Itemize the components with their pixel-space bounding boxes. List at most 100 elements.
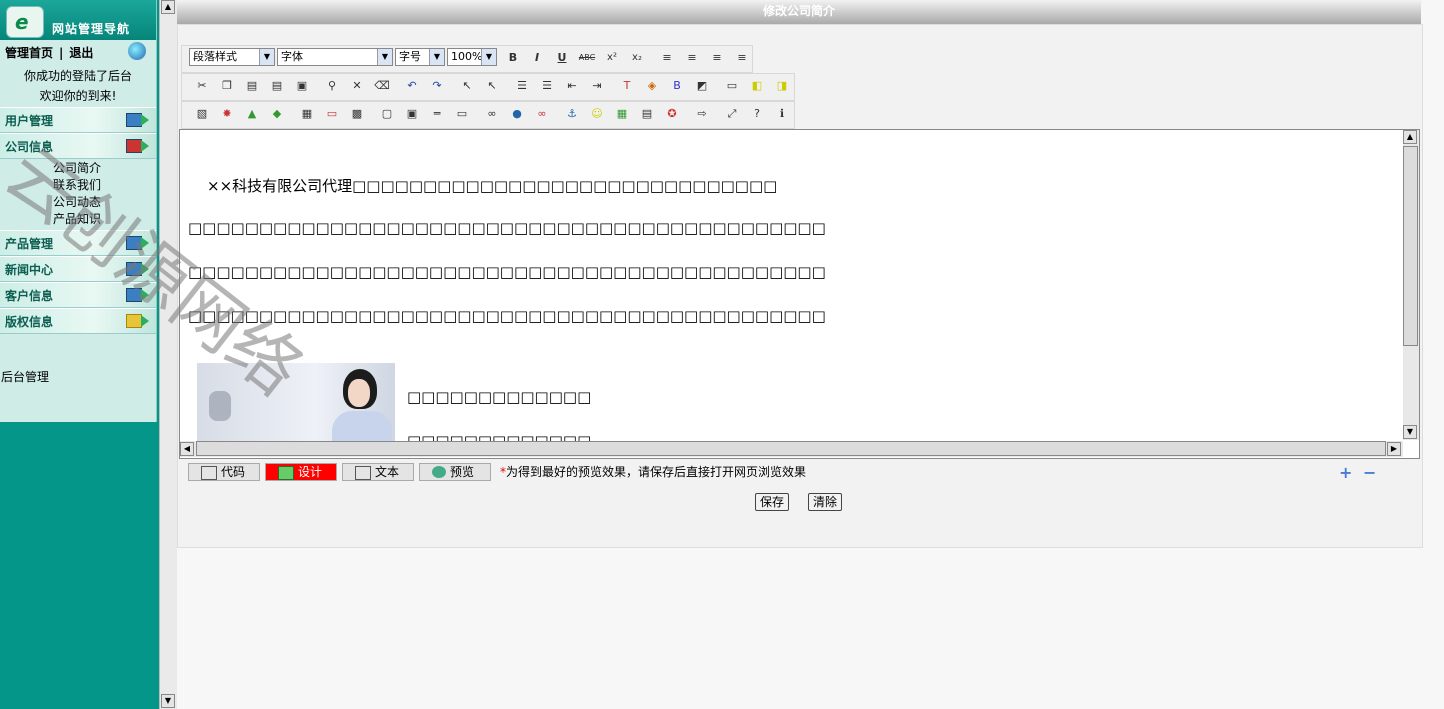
highlight-icon[interactable]: ◈ xyxy=(642,76,662,96)
scroll-thumb[interactable] xyxy=(1403,146,1418,346)
paste-text-icon[interactable]: ▤ xyxy=(267,76,287,96)
scroll-thumb[interactable] xyxy=(196,441,1386,456)
scroll-right-icon[interactable]: ▶ xyxy=(1387,442,1401,456)
logout-link[interactable]: 退出 xyxy=(69,46,93,60)
footer-note: 后台管理 xyxy=(1,370,50,384)
expand-editor-icon[interactable]: + xyxy=(1339,463,1352,482)
hr-icon[interactable]: ═ xyxy=(427,104,447,124)
ordered-list-icon[interactable]: ☰ xyxy=(512,76,532,96)
scroll-down-icon[interactable]: ▼ xyxy=(161,694,175,708)
table-icon[interactable]: ▦ xyxy=(297,104,317,124)
welcome-text-2: 欢迎你的到来! xyxy=(39,89,117,103)
mode-text-button[interactable]: 文本 xyxy=(342,463,414,481)
mode-preview-button[interactable]: 预览 xyxy=(419,463,491,481)
unordered-list-icon[interactable]: ☰ xyxy=(537,76,557,96)
superscript-button[interactable]: x² xyxy=(602,48,622,68)
menu-customer-info[interactable]: 客户信息 xyxy=(0,282,156,308)
copy-icon[interactable]: ❐ xyxy=(217,76,237,96)
align-center-icon[interactable]: ≡ xyxy=(682,48,702,68)
web-icon[interactable]: ● xyxy=(507,104,527,124)
bold-button[interactable]: B xyxy=(503,48,523,68)
select-all-icon[interactable]: ↖ xyxy=(457,76,477,96)
emoticon-icon[interactable]: ☺ xyxy=(587,104,607,124)
delete-icon[interactable]: ✕ xyxy=(347,76,367,96)
underline-button[interactable]: U xyxy=(552,48,572,68)
date-icon[interactable]: ▤ xyxy=(637,104,657,124)
text-icon xyxy=(355,466,371,480)
scroll-up-icon[interactable]: ▲ xyxy=(161,0,175,14)
anchor-icon[interactable]: ⚓ xyxy=(562,104,582,124)
canvas-vertical-scrollbar[interactable]: ▲ ▼ xyxy=(1403,130,1419,440)
import-icon[interactable]: ⇨ xyxy=(692,104,712,124)
scroll-up-icon[interactable]: ▲ xyxy=(1403,130,1417,144)
logo-icon: e xyxy=(6,6,44,38)
fullscreen-icon[interactable]: ⤢ xyxy=(722,104,742,124)
sub-contact-us[interactable]: 联系我们 xyxy=(53,176,101,193)
marquee-icon[interactable]: ▭ xyxy=(452,104,472,124)
cell-icon[interactable]: ▭ xyxy=(322,104,342,124)
paste-word-icon[interactable]: ▣ xyxy=(292,76,312,96)
text-color-icon[interactable]: T xyxy=(617,76,637,96)
paste-icon[interactable]: ▤ xyxy=(242,76,262,96)
image-icon[interactable]: ▧ xyxy=(192,104,212,124)
editor-canvas[interactable]: ××科技有限公司代理□□□□□□□□□□□□□□□□□□□□□□□□□□□□□□… xyxy=(179,129,1420,459)
special-char-icon[interactable]: ✪ xyxy=(662,104,682,124)
file-icon[interactable]: ◆ xyxy=(267,104,287,124)
sub-product-knowledge[interactable]: 产品知识 xyxy=(53,210,101,227)
align-left-icon[interactable]: ≡ xyxy=(657,48,677,68)
frame-scrollbar[interactable]: ▲ ▼ xyxy=(159,0,177,709)
menu-company-info[interactable]: 公司信息 xyxy=(0,133,156,159)
align-justify-icon[interactable]: ≡ xyxy=(732,48,752,68)
grid-table-icon[interactable]: ▩ xyxy=(347,104,367,124)
italic-button[interactable]: I xyxy=(527,48,547,68)
paragraph-style-select[interactable]: 段落样式 ▼ xyxy=(189,48,275,66)
subscript-button[interactable]: x₂ xyxy=(627,48,647,68)
scroll-left-icon[interactable]: ◀ xyxy=(180,442,194,456)
flash-icon[interactable]: ✸ xyxy=(217,104,237,124)
sub-company-news[interactable]: 公司动态 xyxy=(53,193,101,210)
clear-button[interactable]: 清除 xyxy=(808,493,843,511)
menu-product-management[interactable]: 产品管理 xyxy=(0,230,156,256)
iframe-icon[interactable]: ▣ xyxy=(402,104,422,124)
font-select[interactable]: 字体 ▼ xyxy=(277,48,393,66)
send-backward-icon[interactable]: ◨ xyxy=(772,76,792,96)
border-color-icon[interactable]: ◩ xyxy=(692,76,712,96)
redo-icon[interactable]: ↷ xyxy=(427,76,447,96)
menu-user-management[interactable]: 用户管理 xyxy=(0,107,156,133)
undo-icon[interactable]: ↶ xyxy=(402,76,422,96)
mode-design-button[interactable]: 设计 xyxy=(265,463,337,481)
outdent-icon[interactable]: ⇤ xyxy=(562,76,582,96)
media-icon[interactable]: ▲ xyxy=(242,104,262,124)
strikethrough-button[interactable]: ABC xyxy=(577,48,597,68)
zoom-select[interactable]: 100% ▼ xyxy=(447,48,497,66)
background-color-icon[interactable]: B xyxy=(667,76,687,96)
eraser-icon[interactable]: ⌫ xyxy=(372,76,392,96)
arrow-right-icon xyxy=(141,237,149,249)
absolute-position-icon[interactable]: ▭ xyxy=(722,76,742,96)
excel-icon[interactable]: ▦ xyxy=(612,104,632,124)
info-icon[interactable]: ℹ xyxy=(772,104,792,124)
align-right-icon[interactable]: ≡ xyxy=(707,48,727,68)
indent-icon[interactable]: ⇥ xyxy=(587,76,607,96)
deselect-icon[interactable]: ↖ xyxy=(482,76,502,96)
admin-home-link[interactable]: 管理首页 xyxy=(5,46,53,60)
font-size-select[interactable]: 字号 ▼ xyxy=(395,48,445,66)
menu-copyright-info[interactable]: 版权信息 xyxy=(0,308,156,334)
sub-company-intro[interactable]: 公司简介 xyxy=(53,159,101,176)
mode-code-button[interactable]: 代码 xyxy=(188,463,260,481)
canvas-horizontal-scrollbar[interactable]: ◀ ▶ xyxy=(180,441,1403,457)
bring-forward-icon[interactable]: ◧ xyxy=(747,76,767,96)
scroll-down-icon[interactable]: ▼ xyxy=(1403,425,1417,439)
find-icon[interactable]: ⚲ xyxy=(322,76,342,96)
link-icon[interactable]: ∞ xyxy=(482,104,502,124)
customer-service-photo[interactable] xyxy=(197,363,395,453)
menu-news-center[interactable]: 新闻中心 xyxy=(0,256,156,282)
mode-label: 代码 xyxy=(221,465,246,479)
unlink-icon[interactable]: ∞ xyxy=(532,104,552,124)
form-icon[interactable]: ▢ xyxy=(377,104,397,124)
cut-icon[interactable]: ✂ xyxy=(192,76,212,96)
save-button[interactable]: 保存 xyxy=(755,493,790,511)
page-title: 修改公司简介 xyxy=(177,0,1421,24)
shrink-editor-icon[interactable]: − xyxy=(1363,463,1376,482)
help-icon[interactable]: ? xyxy=(747,104,767,124)
